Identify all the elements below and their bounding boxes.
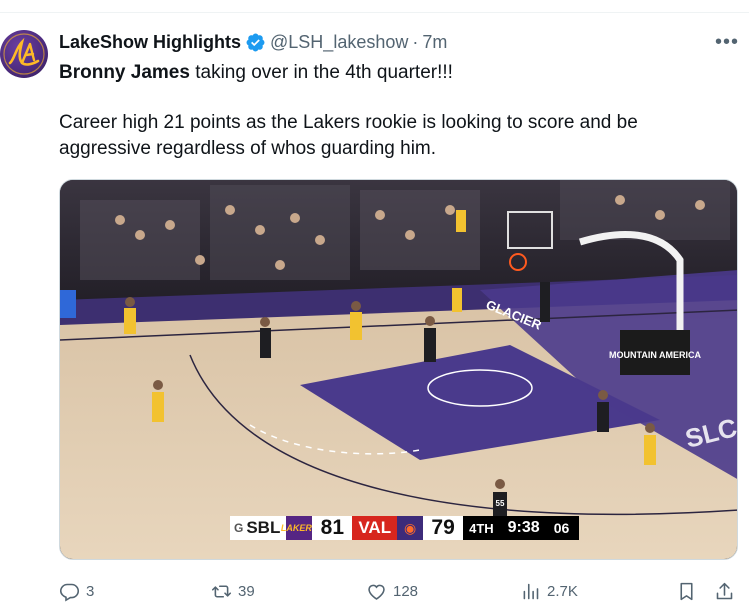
away-team-logo-icon: ◉ [397, 516, 424, 540]
bookmark-icon [680, 582, 693, 600]
user-handle[interactable]: @LSH_lakeshow [270, 32, 408, 53]
repost-icon [211, 584, 232, 598]
mention-bold: Bronny James [59, 62, 190, 83]
tweet-text-rest: taking over in the 4th quarter!!! [189, 62, 453, 83]
timestamp[interactable]: 7m [422, 32, 447, 53]
tweet-text-line-1: Bronny James taking over in the 4th quar… [59, 60, 453, 86]
more-options-icon[interactable]: ••• [715, 32, 739, 52]
game-clock: 9:38 [499, 516, 548, 540]
home-team-logo-icon: LAKERS [281, 516, 318, 540]
repost-count: 39 [238, 582, 255, 600]
away-team-abbr: VAL [352, 516, 398, 540]
tweet-text-line-2: Career high 21 points as the Lakers rook… [59, 112, 638, 159]
scorebug: G SBL LAKERS 81 VAL ◉ 79 4TH 9:38 06 [230, 516, 580, 540]
league-label: G SBL [230, 516, 287, 540]
separator-dot: · [412, 31, 419, 52]
repost-button[interactable]: 39 [211, 578, 255, 604]
basketball-court-frame: GLACIER SLC MOUNTAIN AMERICA 55 [60, 180, 737, 559]
share-button[interactable] [714, 578, 735, 604]
reply-count: 3 [86, 582, 95, 600]
view-count: 2.7K [547, 582, 578, 600]
league-prefix: G [234, 521, 244, 535]
like-icon [368, 584, 385, 600]
home-score: 81 [312, 516, 353, 540]
views-button[interactable]: 2.7K [520, 578, 578, 604]
jersey-number: 55 [496, 499, 505, 508]
share-icon [716, 582, 733, 599]
lakers-logo-icon [3, 33, 45, 75]
views-icon [523, 583, 539, 599]
shot-clock: 06 [547, 516, 580, 540]
away-score: 79 [423, 516, 464, 540]
bookmark-button[interactable] [676, 578, 697, 604]
tweet-header: LakeShow Highlights @LSH_lakeshow · 7m [59, 31, 447, 53]
league-name: SBL [246, 518, 281, 537]
game-period: 4TH [463, 516, 500, 540]
like-count: 128 [393, 582, 419, 600]
reply-button[interactable]: 3 [59, 578, 94, 604]
display-name[interactable]: LakeShow Highlights [59, 32, 241, 53]
top-divider [0, 12, 749, 13]
verified-badge-icon [245, 32, 266, 53]
reply-icon [59, 583, 80, 602]
like-button[interactable]: 128 [366, 578, 418, 604]
tweet-actions: 3 39 128 2.7K [59, 578, 739, 604]
baseline-sign: MOUNTAIN AMERICA [609, 350, 701, 360]
avatar[interactable] [0, 30, 48, 78]
video-player[interactable]: GLACIER SLC MOUNTAIN AMERICA 55 G SBL LA… [59, 179, 738, 560]
